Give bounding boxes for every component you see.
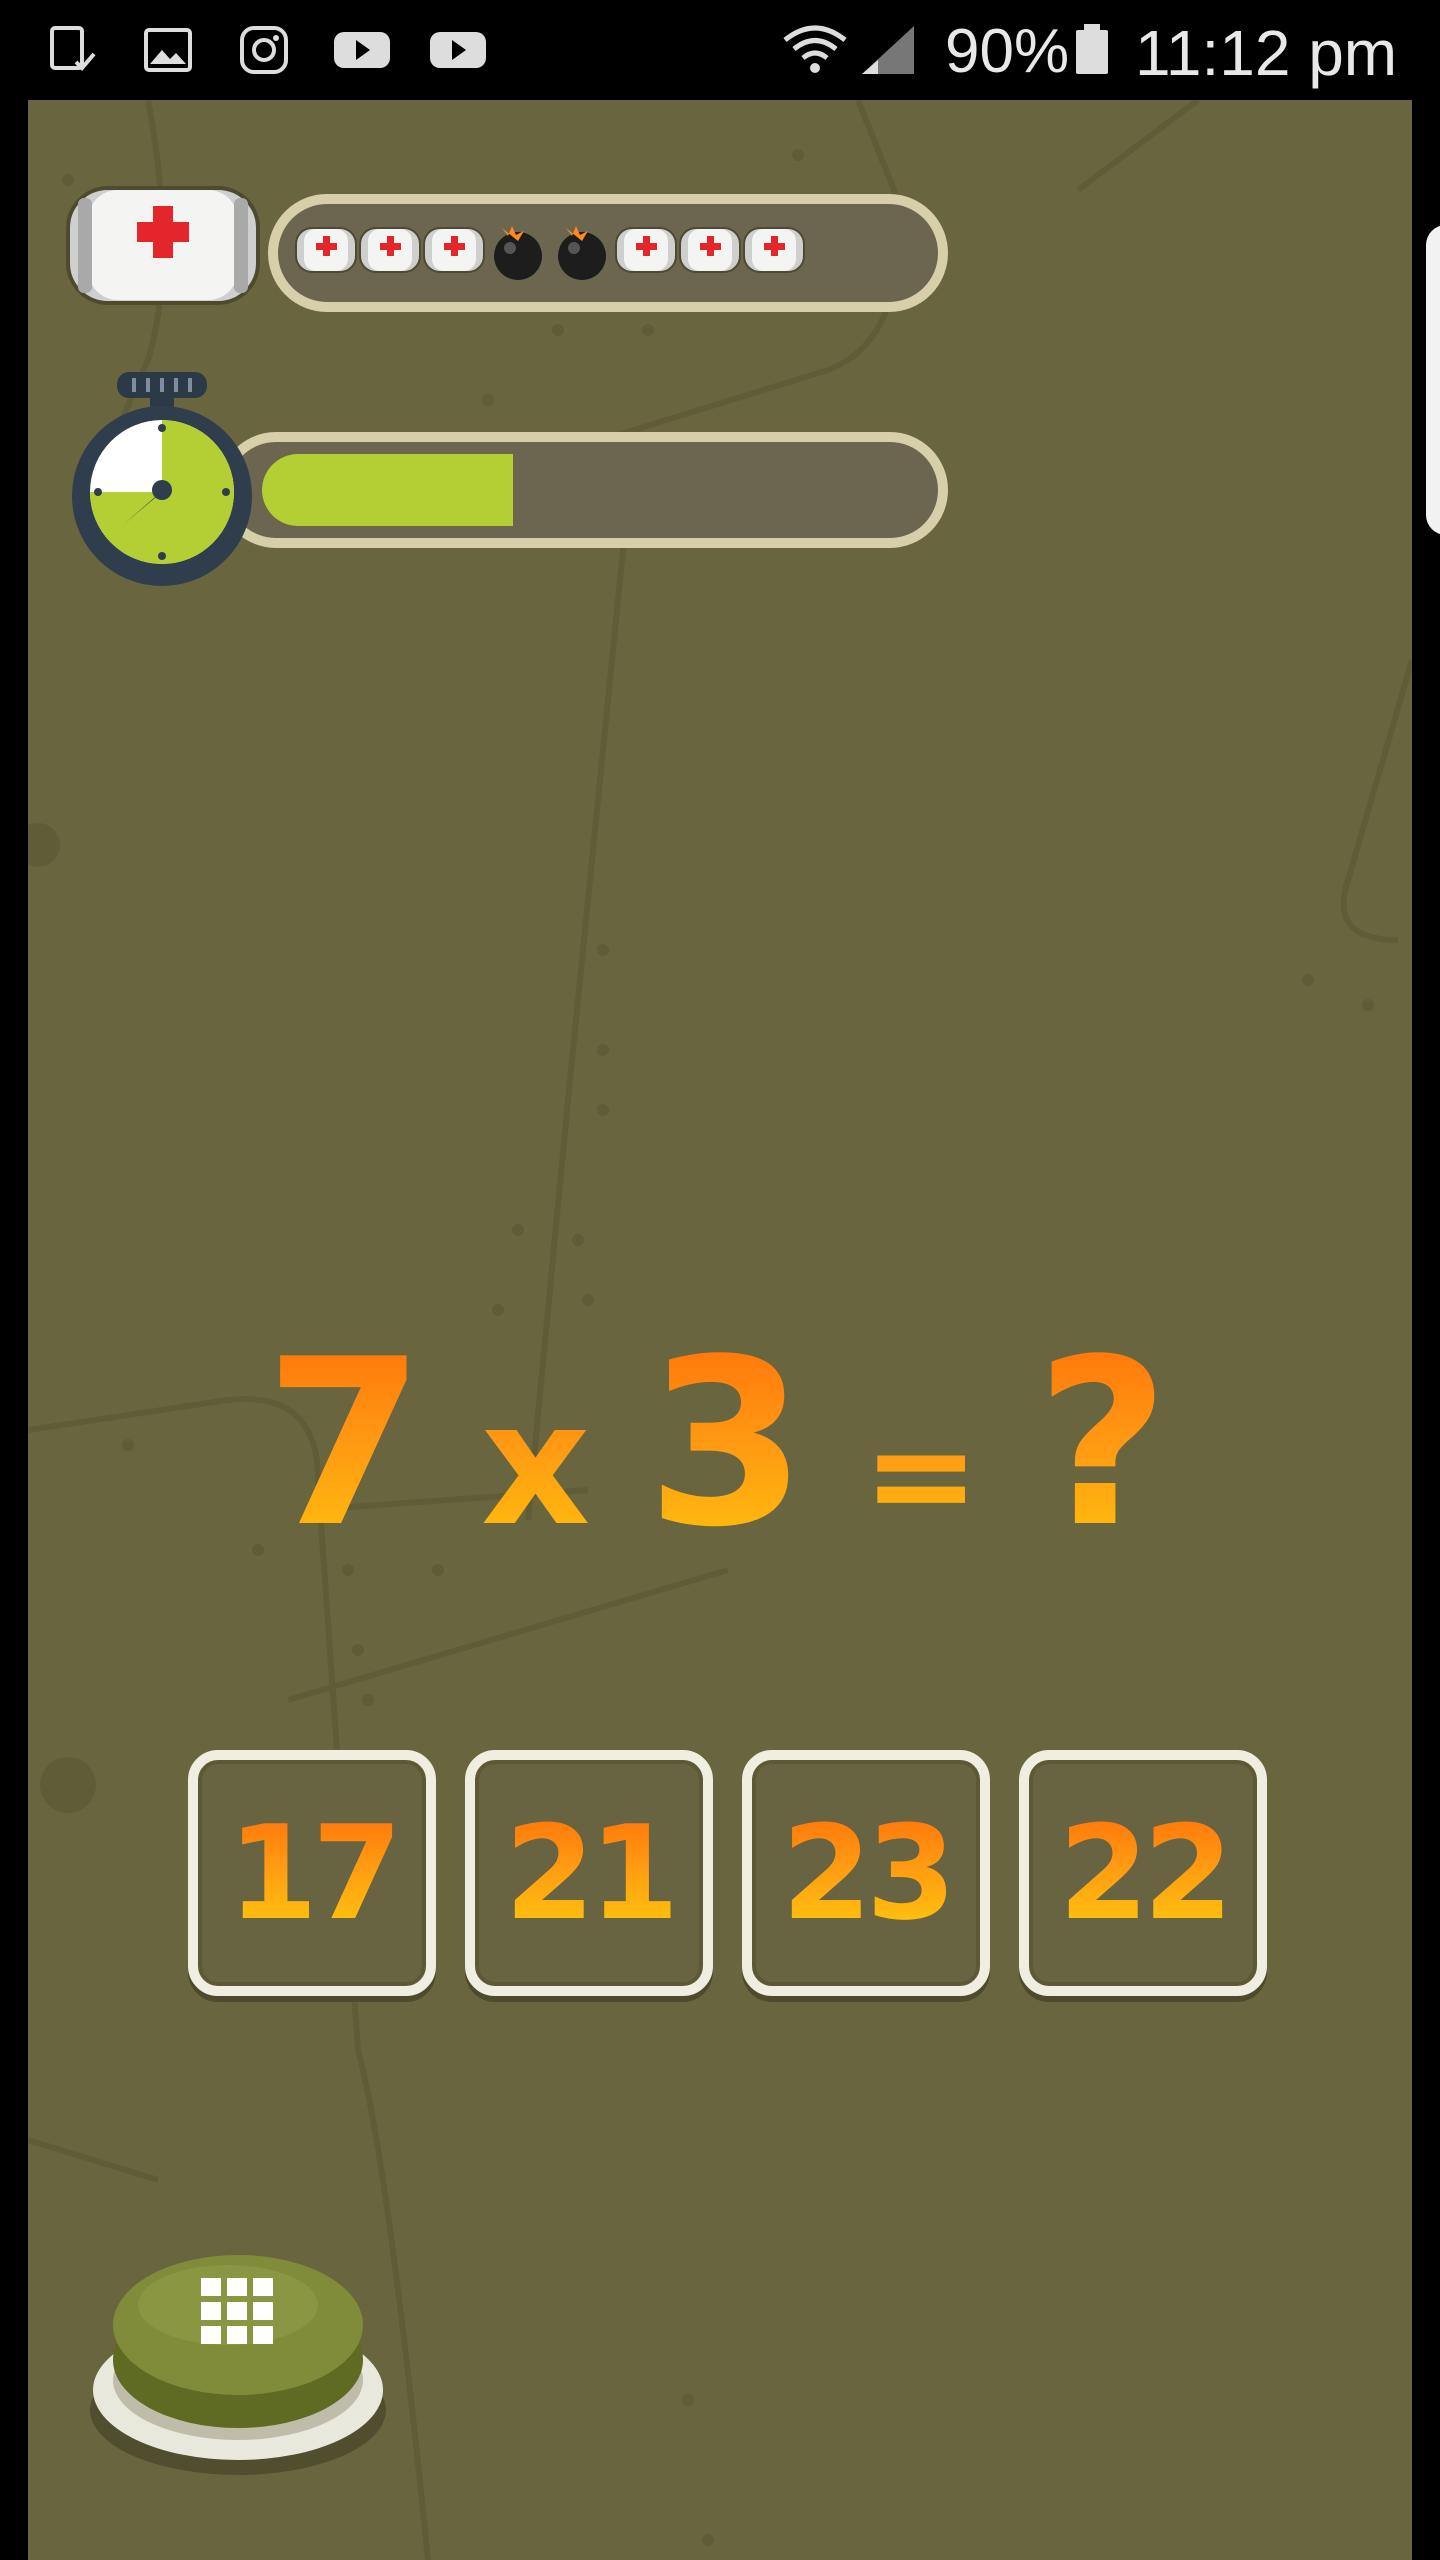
instagram-icon [240,26,288,74]
timer-fill [262,454,513,526]
battery-percent: 90% [945,17,1070,86]
life-medkit-icon [359,227,421,273]
answer-button-1[interactable]: 17 [188,1750,436,1996]
life-bomb-icon [558,226,606,280]
battery-icon [1076,24,1108,74]
life-medkit-icon [423,227,485,273]
gallery-icon [144,28,192,72]
question-operand-b: 3 [646,1311,813,1578]
question-operand-a: 7 [264,1311,431,1578]
answer-button-3[interactable]: 23 [742,1750,990,1996]
answer-label: 21 [504,1797,680,1949]
life-bomb-icon [494,226,542,280]
math-question: 7 x 3 =? [28,1315,1412,1606]
game-area: 7 x 3 =? 17 21 23 22 [28,100,1412,2560]
answer-label: 22 [1058,1797,1234,1949]
status-bar: 90% 11:12 pm [0,0,1440,100]
lives-row [295,226,805,280]
clock: 11:12 pm [1135,17,1398,89]
device-check-icon [50,26,96,71]
answer-button-2[interactable]: 21 [465,1750,713,1996]
medkit-icon [66,186,260,305]
signal-icon [862,26,914,74]
life-medkit-icon [679,227,741,273]
life-medkit-icon [743,227,805,273]
question-operator: x [480,1366,597,1564]
youtube-icon [430,32,486,68]
question-equals: = [862,1394,986,1557]
stopwatch-icon [72,372,252,586]
side-panel-handle[interactable] [1426,225,1440,535]
menu-button[interactable] [88,2210,388,2480]
life-medkit-icon [295,227,357,273]
question-unknown: ? [1035,1311,1176,1578]
answer-label: 17 [227,1797,403,1949]
youtube-icon [334,32,390,68]
answer-label: 23 [781,1797,957,1949]
grid-icon [201,2278,273,2344]
answer-button-4[interactable]: 22 [1019,1750,1267,1996]
timer-bar [218,432,948,548]
life-medkit-icon [615,227,677,273]
wifi-icon [783,25,847,73]
